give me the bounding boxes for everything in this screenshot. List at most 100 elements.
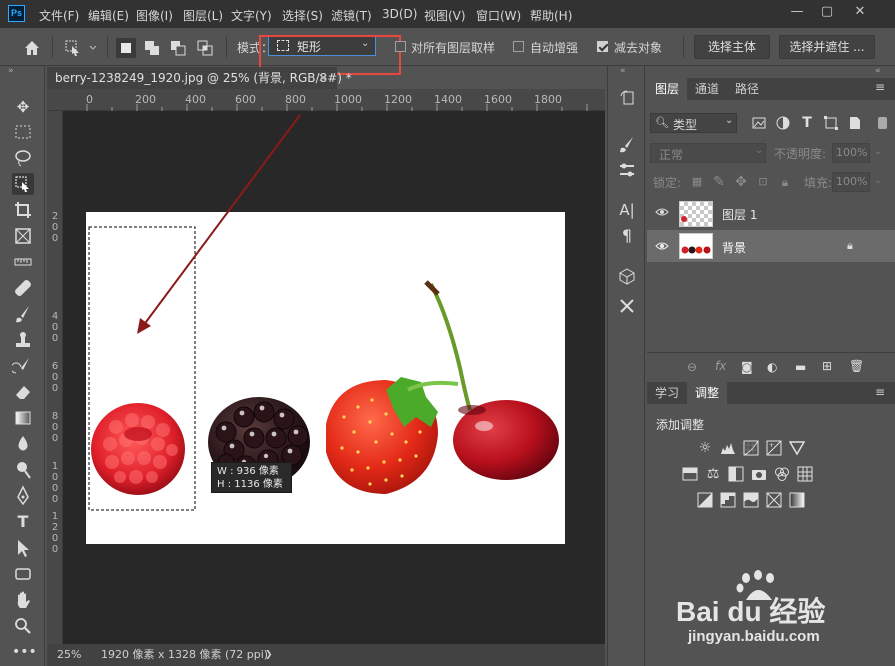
document-image[interactable]	[86, 212, 565, 544]
color-lookup-icon[interactable]	[797, 466, 813, 482]
collapse-panels-icon[interactable]: «	[875, 66, 881, 76]
healing-brush-icon[interactable]	[12, 277, 34, 299]
invert-icon[interactable]	[697, 492, 713, 508]
sample-all-layers-checkbox[interactable]	[395, 41, 406, 52]
select-subject-button[interactable]: 选择主体	[694, 35, 770, 59]
new-selection-button[interactable]	[116, 38, 136, 58]
panel-menu-icon[interactable]: ≡	[875, 80, 885, 94]
layer-row[interactable]: 背景 🔒︎	[647, 230, 895, 262]
history-brush-icon[interactable]	[10, 355, 34, 377]
menu-3d[interactable]: 3D(D)	[382, 7, 417, 21]
intersect-selection-button[interactable]	[195, 38, 215, 58]
history-panel-icon[interactable]	[617, 88, 637, 108]
add-mask-icon[interactable]: ◙	[741, 360, 753, 374]
new-layer-icon[interactable]: ⊞	[822, 359, 832, 373]
tab-adjustments[interactable]: 调整	[687, 382, 728, 404]
menu-image[interactable]: 图像(I)	[136, 7, 173, 24]
lock-image-icon[interactable]: ✎	[711, 174, 727, 190]
smart-object-filter-icon[interactable]	[847, 115, 863, 131]
dodge-tool-icon[interactable]	[12, 459, 34, 481]
auto-enhance-checkbox[interactable]	[513, 41, 524, 52]
levels-icon[interactable]	[720, 440, 736, 456]
close-button[interactable]: ✕	[850, 4, 870, 20]
link-layers-icon[interactable]: ⊖	[687, 360, 697, 374]
status-arrow-icon[interactable]: ❯	[265, 644, 273, 666]
image-filter-icon[interactable]	[751, 115, 767, 131]
delete-layer-icon[interactable]: 🗑︎	[849, 359, 864, 373]
menu-view[interactable]: 视图(V)	[424, 7, 466, 24]
menu-file[interactable]: 文件(F)	[39, 7, 79, 24]
layer-name[interactable]: 背景	[722, 239, 746, 256]
crop-tool-icon[interactable]	[12, 199, 34, 221]
hand-tool-icon[interactable]	[12, 589, 34, 611]
photo-filter-icon[interactable]	[751, 466, 767, 482]
restore-button[interactable]: ▢	[817, 4, 837, 20]
menu-edit[interactable]: 编辑(E)	[88, 7, 129, 24]
adjustment-filter-icon[interactable]	[775, 115, 791, 131]
home-icon[interactable]	[22, 38, 42, 58]
tab-layers[interactable]: 图层	[647, 78, 688, 100]
brush-settings-icon[interactable]	[617, 134, 637, 154]
lock-transparent-icon[interactable]: ▦	[689, 174, 705, 190]
tab-channels[interactable]: 通道	[687, 78, 727, 100]
close-tab-icon[interactable]: ✕	[318, 67, 332, 89]
menu-type[interactable]: 文字(Y)	[231, 7, 272, 24]
select-and-mask-button[interactable]: 选择并遮住 ...	[779, 35, 875, 59]
tools-panel-icon[interactable]	[617, 296, 637, 316]
vibrance-icon[interactable]	[788, 440, 806, 456]
hue-saturation-icon[interactable]	[682, 466, 698, 482]
panel-menu-icon[interactable]: ≡	[875, 385, 885, 399]
type-tool-icon[interactable]: T	[12, 511, 34, 533]
posterize-icon[interactable]	[720, 492, 736, 508]
rectangle-tool-icon[interactable]	[12, 563, 34, 585]
3d-panel-icon[interactable]	[617, 266, 637, 286]
eraser-tool-icon[interactable]	[12, 381, 34, 403]
menu-filter[interactable]: 滤镜(T)	[331, 7, 372, 24]
eye-icon[interactable]	[655, 205, 669, 219]
tab-learn[interactable]: 学习	[647, 382, 687, 404]
filter-toggle[interactable]	[878, 117, 887, 129]
ruler-tool-icon[interactable]	[12, 251, 34, 273]
lock-position-icon[interactable]: ✥	[733, 174, 749, 190]
lock-all-icon[interactable]: 🔒︎	[777, 174, 793, 190]
gradient-map-icon[interactable]	[789, 492, 805, 508]
adjustment-layer-icon[interactable]: ◐	[767, 360, 777, 374]
fill-dropdown-icon[interactable]: ⌄	[874, 175, 882, 186]
blend-mode-select[interactable]: 正常 ⌄	[650, 143, 766, 163]
lock-artboard-icon[interactable]: ⊡	[755, 174, 771, 190]
threshold-icon[interactable]	[743, 492, 759, 508]
type-filter-icon[interactable]: T	[799, 115, 815, 131]
subtract-object-checkbox[interactable]	[597, 41, 608, 52]
frame-tool-icon[interactable]	[12, 225, 34, 247]
exposure-icon[interactable]: +	[766, 440, 782, 456]
pen-tool-icon[interactable]	[12, 485, 34, 507]
new-group-icon[interactable]: ▬	[795, 360, 806, 374]
color-balance-icon[interactable]: ⚖	[705, 466, 721, 482]
eye-icon[interactable]	[655, 239, 669, 253]
brush-presets-icon[interactable]	[617, 160, 637, 180]
minimize-button[interactable]: —	[787, 4, 807, 20]
menu-help[interactable]: 帮助(H)	[530, 7, 572, 24]
menu-layer[interactable]: 图层(L)	[183, 7, 223, 24]
channel-mixer-icon[interactable]	[774, 466, 790, 482]
menu-select[interactable]: 选择(S)	[282, 7, 323, 24]
lasso-tool-icon[interactable]	[12, 147, 34, 169]
layer-row[interactable]: 图层 1	[647, 198, 895, 230]
selective-color-icon[interactable]	[766, 492, 782, 508]
paragraph-panel-icon[interactable]: ¶	[617, 226, 637, 246]
character-panel-icon[interactable]: A|	[617, 200, 637, 220]
gradient-tool-icon[interactable]	[12, 407, 34, 429]
brightness-icon[interactable]: ☼	[697, 440, 713, 456]
stamp-tool-icon[interactable]	[12, 329, 34, 351]
zoom-level[interactable]: 25%	[57, 644, 81, 666]
fx-icon[interactable]: fx	[715, 359, 726, 373]
layer-filter-select[interactable]: 🔍︎ 类型 ⌄	[650, 113, 737, 133]
opacity-dropdown-icon[interactable]: ⌄	[874, 146, 882, 157]
collapse-dock-icon[interactable]: «	[620, 66, 626, 76]
collapse-toolbar-icon[interactable]: »	[8, 66, 14, 76]
layer-name[interactable]: 图层 1	[722, 206, 757, 223]
black-white-icon[interactable]	[728, 466, 744, 482]
move-tool-icon[interactable]: ✥	[12, 96, 34, 118]
fill-field[interactable]: 100%	[832, 172, 870, 192]
document-tab[interactable]: berry-1238249_1920.jpg @ 25% (背景, RGB/8#…	[47, 67, 352, 89]
